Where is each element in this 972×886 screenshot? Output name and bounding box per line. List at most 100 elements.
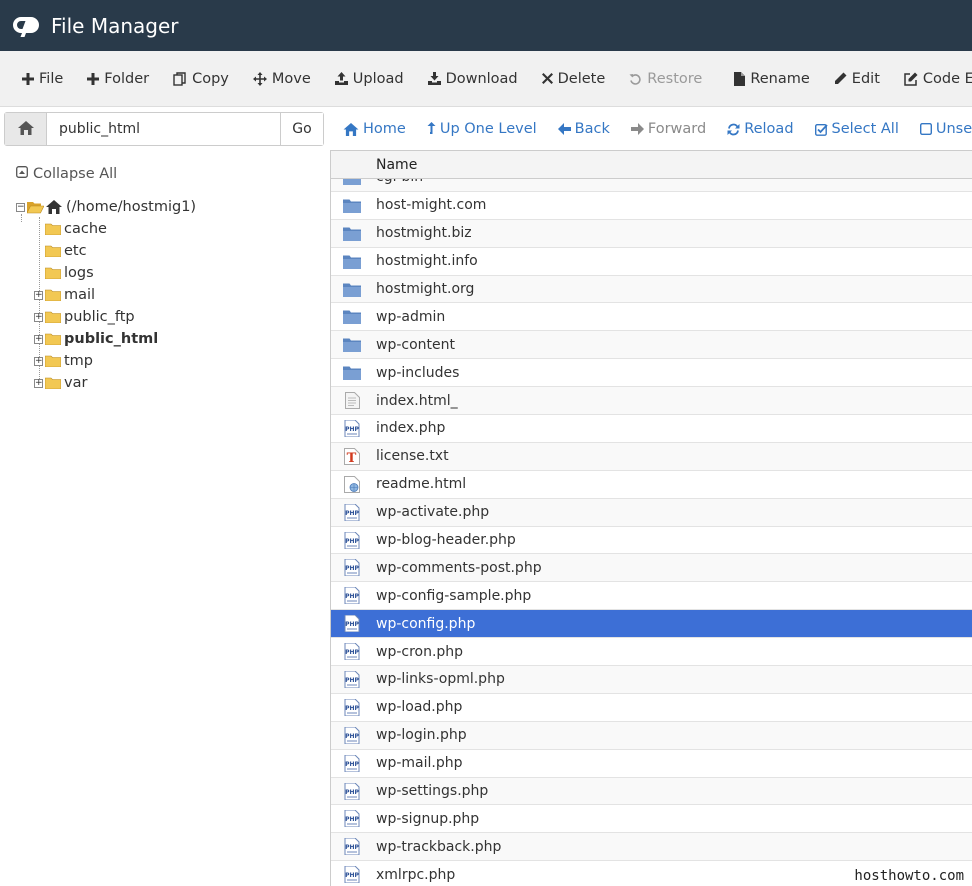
file-row[interactable]: PHP wp-blog-header.php bbox=[331, 527, 972, 555]
file-name: wp-config-sample.php bbox=[376, 587, 532, 604]
file-name: index.html_ bbox=[376, 392, 458, 409]
expand-toggle-icon[interactable]: + bbox=[34, 378, 43, 388]
unselect-button[interactable]: Unselect bbox=[911, 121, 972, 137]
arrow-right-icon bbox=[630, 123, 644, 135]
file-row[interactable]: cgi-bin bbox=[331, 179, 972, 192]
home-nav-button[interactable]: Home bbox=[334, 121, 418, 137]
php-file-icon: PHP bbox=[343, 782, 361, 800]
code-editor-label: Code Editor bbox=[922, 70, 972, 87]
restore-button[interactable]: Restore bbox=[617, 61, 714, 97]
column-header-name[interactable]: Name bbox=[331, 151, 972, 179]
download-button[interactable]: Download bbox=[416, 61, 530, 97]
expand-toggle-icon[interactable]: + bbox=[34, 290, 43, 300]
svg-text:PHP: PHP bbox=[345, 565, 359, 572]
file-row[interactable]: PHP wp-signup.php bbox=[331, 805, 972, 834]
file-row[interactable]: hostmight.info bbox=[331, 248, 972, 276]
expand-toggle-icon[interactable]: + bbox=[34, 334, 43, 344]
file-row[interactable]: PHP wp-config-sample.php bbox=[331, 582, 972, 611]
expand-toggle-icon[interactable]: + bbox=[34, 312, 43, 322]
tree-item-public-ftp[interactable]: + public_ftp bbox=[34, 306, 135, 328]
cpanel-logo-icon[interactable] bbox=[11, 14, 43, 38]
path-input[interactable] bbox=[47, 113, 280, 145]
php-file-icon: PHP bbox=[343, 670, 361, 688]
tree-item-var[interactable]: + var bbox=[34, 372, 87, 394]
upload-button[interactable]: Upload bbox=[323, 61, 416, 97]
folder-icon bbox=[343, 308, 361, 325]
file-row[interactable]: readme.html bbox=[331, 471, 972, 499]
folder-icon bbox=[343, 225, 361, 242]
tree-item-cache[interactable]: cache bbox=[34, 218, 107, 240]
file-name: readme.html bbox=[376, 476, 467, 493]
plus-icon bbox=[87, 72, 100, 85]
file-row[interactable]: host-might.com bbox=[331, 192, 972, 220]
file-rows-viewport[interactable]: cgi-bin host-might.com hostmight.biz hostmi… bbox=[331, 179, 972, 886]
select-all-label: Select All bbox=[831, 121, 899, 137]
home-icon bbox=[343, 122, 359, 136]
file-row[interactable]: Tlicense.txt bbox=[331, 442, 972, 471]
back-button[interactable]: Back bbox=[549, 121, 622, 137]
file-row[interactable]: PHP wp-login.php bbox=[331, 721, 972, 750]
php-file-icon: PHP bbox=[343, 587, 361, 605]
file-row[interactable]: PHP wp-config.php bbox=[331, 610, 972, 639]
up-one-level-button[interactable]: Up One Level bbox=[418, 121, 549, 137]
tree-item-mail[interactable]: + mail bbox=[34, 284, 95, 306]
file-row[interactable]: wp-content bbox=[331, 331, 972, 360]
file-row[interactable]: hostmight.org bbox=[331, 275, 972, 304]
reload-button[interactable]: Reload bbox=[718, 121, 805, 137]
collapse-toggle-icon[interactable]: − bbox=[16, 202, 25, 212]
file-row[interactable]: index.html_ bbox=[331, 387, 972, 416]
forward-button[interactable]: Forward bbox=[622, 121, 718, 137]
file-row[interactable]: wp-admin bbox=[331, 303, 972, 332]
level-up-icon bbox=[427, 122, 436, 136]
file-name: wp-blog-header.php bbox=[376, 532, 516, 549]
tree-root[interactable]: − (/home/hostmig1) bbox=[16, 196, 196, 218]
tree-item-tmp[interactable]: + tmp bbox=[34, 350, 93, 372]
file-icon bbox=[734, 71, 746, 86]
svg-text:PHP: PHP bbox=[345, 621, 359, 628]
file-row[interactable]: PHP wp-load.php bbox=[331, 694, 972, 722]
file-row[interactable]: wp-includes bbox=[331, 359, 972, 388]
expand-toggle-icon[interactable]: + bbox=[34, 356, 43, 366]
delete-button[interactable]: Delete bbox=[530, 61, 618, 97]
new-file-button[interactable]: File bbox=[10, 61, 75, 97]
path-home-button[interactable] bbox=[5, 113, 47, 145]
move-button[interactable]: Move bbox=[241, 61, 323, 97]
svg-text:PHP: PHP bbox=[345, 844, 359, 851]
tree-item-etc[interactable]: etc bbox=[34, 240, 87, 262]
generic-file-icon bbox=[343, 392, 361, 410]
tree-item-label: mail bbox=[64, 287, 96, 303]
file-name: xmlrpc.php bbox=[376, 866, 456, 883]
tree-item-public-html[interactable]: + public_html bbox=[34, 328, 158, 350]
edit-button[interactable]: Edit bbox=[822, 61, 892, 97]
upload-label: Upload bbox=[352, 70, 404, 87]
file-row[interactable]: PHP wp-comments-post.php bbox=[331, 554, 972, 583]
tree-item-label: logs bbox=[64, 265, 94, 281]
svg-text:PHP: PHP bbox=[345, 510, 359, 517]
new-folder-button[interactable]: Folder bbox=[75, 61, 161, 97]
file-name: wp-config.php bbox=[376, 615, 476, 632]
file-row[interactable]: PHP wp-links-opml.php bbox=[331, 666, 972, 694]
checkbox-empty-icon bbox=[919, 123, 932, 135]
code-editor-button[interactable]: Code Editor bbox=[892, 61, 972, 97]
svg-text:PHP: PHP bbox=[345, 733, 359, 740]
file-row[interactable]: hostmight.biz bbox=[331, 219, 972, 248]
file-row[interactable]: PHP wp-cron.php bbox=[331, 638, 972, 667]
copy-button[interactable]: Copy bbox=[161, 61, 241, 97]
collapse-all-button[interactable]: Collapse All bbox=[16, 166, 117, 182]
tree-item-label: cache bbox=[64, 221, 107, 237]
file-row[interactable]: PHP index.php bbox=[331, 415, 972, 443]
folder-icon bbox=[343, 197, 361, 214]
file-row[interactable]: PHP wp-settings.php bbox=[331, 777, 972, 806]
tree-item-logs[interactable]: logs bbox=[34, 262, 94, 284]
svg-text:PHP: PHP bbox=[345, 816, 359, 823]
file-row[interactable]: PHP wp-activate.php bbox=[331, 498, 972, 527]
php-file-icon: PHP bbox=[343, 810, 361, 828]
file-row[interactable]: PHP wp-trackback.php bbox=[331, 833, 972, 862]
file-row[interactable]: PHP wp-mail.php bbox=[331, 750, 972, 778]
file-name: wp-load.php bbox=[376, 699, 463, 716]
go-button[interactable]: Go bbox=[280, 113, 323, 145]
rename-button[interactable]: Rename bbox=[722, 61, 821, 97]
php-file-icon: PHP bbox=[343, 559, 361, 577]
file-list: Name cgi-bin host-might.com hostmight.biz h… bbox=[330, 150, 972, 886]
select-all-button[interactable]: Select All bbox=[806, 121, 911, 137]
